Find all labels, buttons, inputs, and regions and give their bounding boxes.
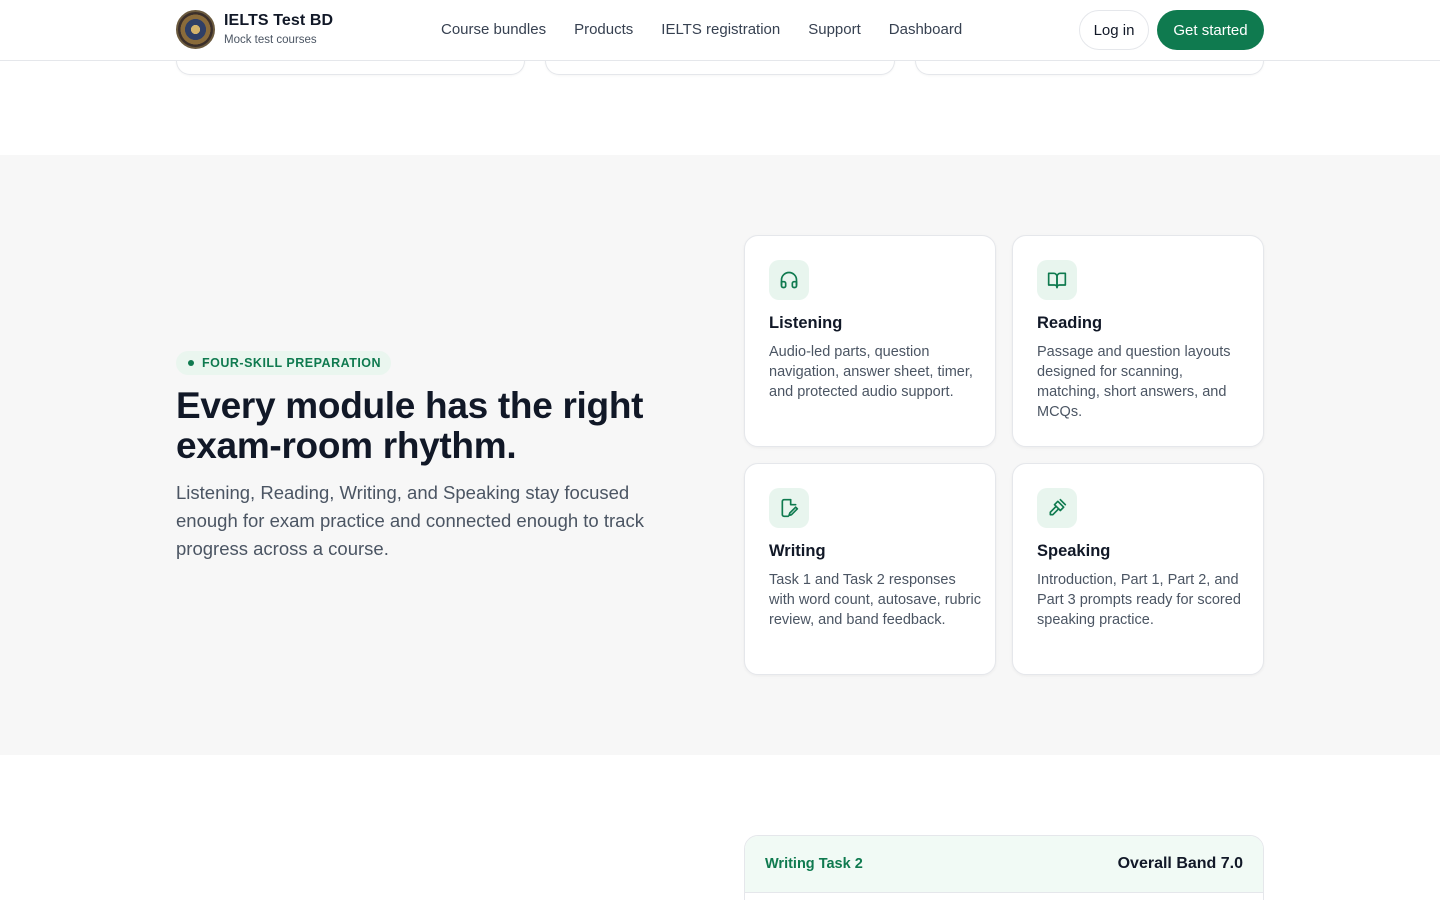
module-description: Task 1 and Task 2 responses with word co…	[769, 572, 981, 628]
book-open-icon	[1037, 260, 1077, 300]
site-header: IELTS Test BD Mock test courses Course b…	[0, 0, 1440, 61]
eyebrow-dot	[188, 360, 194, 366]
nav-ielts-registration[interactable]: IELTS registration	[661, 20, 780, 40]
writing-result-panel: Writing Task 2 Overall Band 7.0	[744, 835, 1264, 900]
nav-products[interactable]: Products	[574, 20, 633, 40]
module-title: Speaking	[1037, 542, 1111, 560]
headphones-icon	[769, 260, 809, 300]
file-edit-icon	[769, 488, 809, 528]
nav-course-bundles[interactable]: Course bundles	[441, 20, 546, 40]
module-card-writing: Writing Task 1 and Task 2 responses with…	[744, 463, 996, 675]
module-title: Listening	[769, 314, 843, 332]
main-nav: Course bundles Products IELTS registrati…	[441, 20, 962, 40]
section-headline: Every module has the right exam-room rhy…	[176, 385, 644, 466]
nav-dashboard[interactable]: Dashboard	[889, 20, 962, 40]
brand-name: IELTS Test BD	[224, 12, 334, 29]
microphone-icon	[1037, 488, 1077, 528]
get-started-button[interactable]: Get started	[1157, 10, 1264, 50]
login-button[interactable]: Log in	[1079, 10, 1149, 50]
brand-logo	[176, 10, 215, 49]
module-title: Reading	[1037, 314, 1103, 332]
module-card-listening: Listening Audio-led parts, question navi…	[744, 235, 996, 447]
module-title: Writing	[769, 542, 826, 560]
module-card-reading: Reading Passage and question layouts des…	[1012, 235, 1264, 447]
brand[interactable]: IELTS Test BD Mock test courses	[176, 10, 333, 49]
module-description: Audio-led parts, question navigation, an…	[769, 344, 973, 400]
section-description: Listening, Reading, Writing, and Speakin…	[176, 482, 644, 559]
module-card-speaking: Speaking Introduction, Part 1, Part 2, a…	[1012, 463, 1264, 675]
brand-text: IELTS Test BD Mock test courses	[224, 11, 333, 48]
module-description: Introduction, Part 1, Part 2, and Part 3…	[1037, 572, 1241, 628]
eyebrow-label: FOUR-SKILL PREPARATION	[202, 356, 382, 370]
section-eyebrow: FOUR-SKILL PREPARATION	[176, 351, 392, 375]
overall-band: Overall Band 7.0	[1117, 855, 1243, 872]
result-task-label: Writing Task 2	[765, 856, 863, 872]
nav-support[interactable]: Support	[808, 20, 861, 40]
brand-tagline: Mock test courses	[224, 34, 317, 46]
result-panel-header: Writing Task 2 Overall Band 7.0	[745, 836, 1263, 893]
module-description: Passage and question layouts designed fo…	[1037, 344, 1231, 420]
